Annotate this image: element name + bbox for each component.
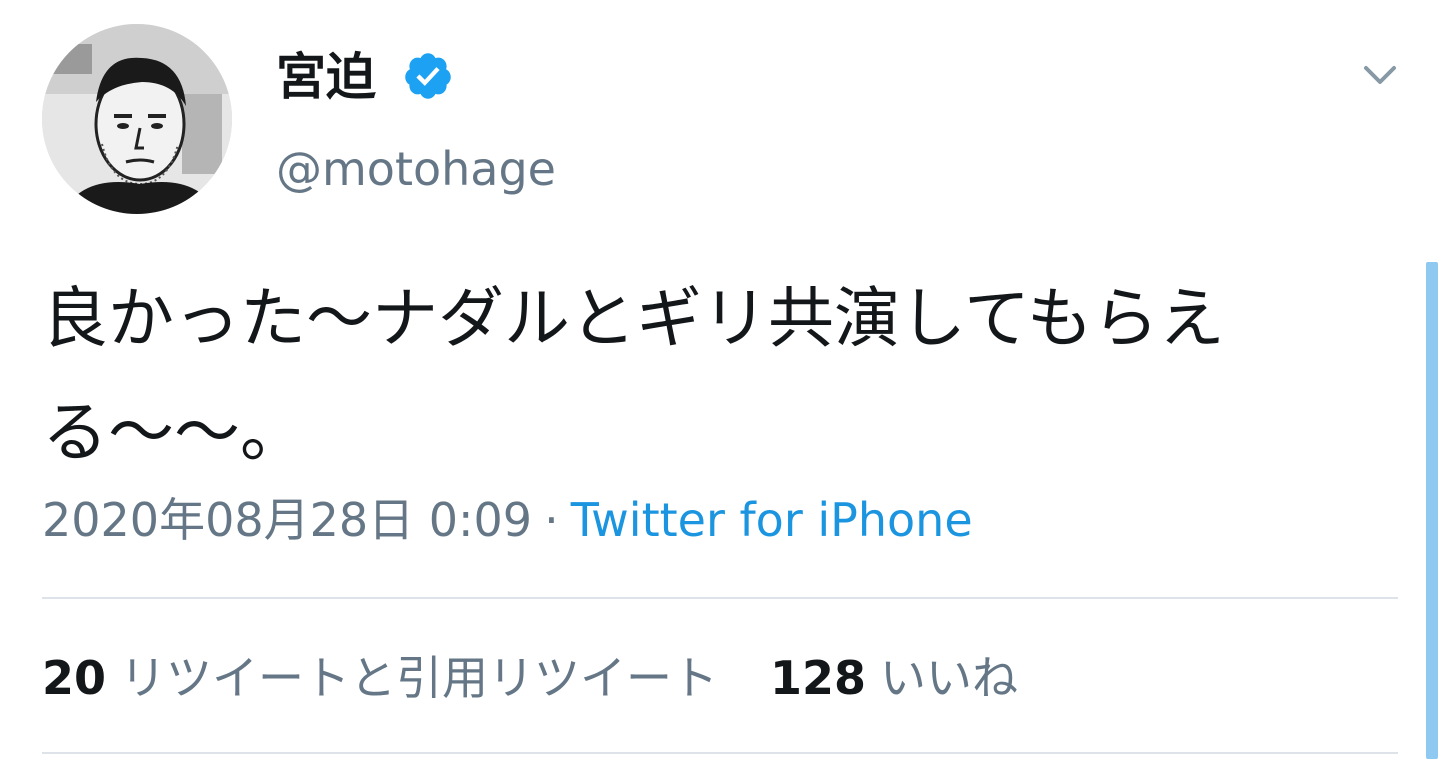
retweets-stat[interactable]: 20 リツイートと引用リツイート xyxy=(42,651,718,705)
likes-count: 128 xyxy=(770,651,867,705)
avatar[interactable] xyxy=(42,24,232,214)
tweet-timestamp[interactable]: 2020年08月28日 0:09 xyxy=(42,493,532,547)
verified-badge-icon xyxy=(402,50,454,102)
chevron-down-icon[interactable] xyxy=(1352,54,1408,98)
display-name[interactable]: 宮迫 xyxy=(276,42,376,112)
tweet-metadata: 2020年08月28日 0:09 · Twitter for iPhone xyxy=(42,488,973,552)
divider xyxy=(42,752,1398,754)
avatar-image xyxy=(42,24,232,214)
tweet-stats: 20 リツイートと引用リツイート 128 いいね xyxy=(42,646,1018,710)
retweets-count: 20 xyxy=(42,651,107,705)
metadata-separator: · xyxy=(544,493,559,547)
tweet-source-link[interactable]: Twitter for iPhone xyxy=(571,493,973,547)
tweet-text: 良かった〜ナダルとギリ共演してもらえる〜〜。 xyxy=(42,280,1225,471)
username-handle[interactable]: @motohage xyxy=(276,138,556,200)
divider xyxy=(42,597,1398,599)
likes-stat[interactable]: 128 いいね xyxy=(770,651,1018,705)
likes-label: いいね xyxy=(880,651,1019,705)
retweets-label: リツイートと引用リツイート xyxy=(120,651,719,705)
scrollbar[interactable] xyxy=(1426,262,1438,759)
